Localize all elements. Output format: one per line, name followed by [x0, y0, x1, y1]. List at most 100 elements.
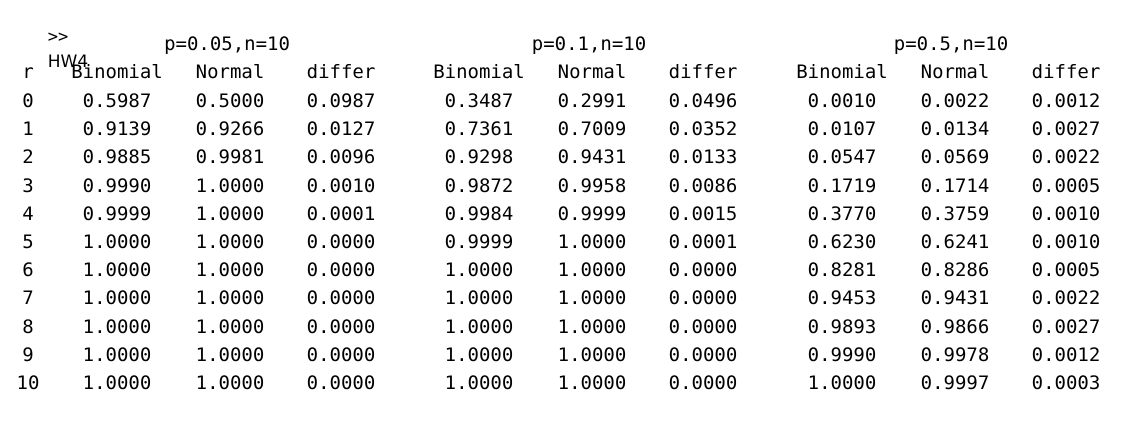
cell-normal-p005: 1.0000 [195, 259, 265, 281]
cell-differ-p01: 0.0001 [668, 231, 738, 253]
cell-normal-p05: 0.9431 [920, 287, 990, 309]
cell-differ-p005: 0.0000 [306, 344, 376, 366]
cell-differ-p01: 0.0496 [668, 90, 738, 112]
cell-normal-p01: 0.9999 [557, 203, 627, 225]
cell-binomial-p01: 0.7361 [444, 118, 514, 140]
cell-normal-p005: 1.0000 [195, 287, 265, 309]
cell-normal-p005: 1.0000 [195, 203, 265, 225]
cell-normal-p005: 1.0000 [195, 175, 265, 197]
cell-normal-p05: 0.8286 [920, 259, 990, 281]
cell-binomial-p01: 1.0000 [444, 344, 514, 366]
row-index-r: 2 [22, 146, 34, 168]
cell-normal-p05: 0.1714 [920, 175, 990, 197]
cell-differ-p005: 0.0001 [306, 203, 376, 225]
cell-differ-p01: 0.0133 [668, 146, 738, 168]
cell-differ-p01: 0.0000 [668, 316, 738, 338]
cell-differ-p005: 0.0096 [306, 146, 376, 168]
row-index-r: 9 [22, 344, 34, 366]
cell-normal-p01: 0.2991 [557, 90, 627, 112]
cell-binomial-p005: 0.9999 [82, 203, 152, 225]
cell-normal-p005: 1.0000 [195, 372, 265, 394]
command-prompt-line: >> HW4 [2, 0, 88, 72]
cell-normal-p005: 1.0000 [195, 231, 265, 253]
row-index-r: 5 [22, 231, 34, 253]
cell-differ-p005: 0.0127 [306, 118, 376, 140]
cell-binomial-p01: 0.9872 [444, 175, 514, 197]
cell-binomial-p005: 1.0000 [82, 231, 152, 253]
cell-normal-p05: 0.0569 [920, 146, 990, 168]
cell-differ-p05: 0.0012 [1031, 344, 1101, 366]
cell-normal-p05: 0.6241 [920, 231, 990, 253]
column-header-binomial-p05: Binomial [796, 61, 888, 83]
cell-differ-p01: 0.0000 [668, 372, 738, 394]
cell-binomial-p01: 1.0000 [444, 372, 514, 394]
cell-differ-p01: 0.0000 [668, 287, 738, 309]
cell-differ-p05: 0.0027 [1031, 118, 1101, 140]
cell-differ-p005: 0.0000 [306, 259, 376, 281]
cell-binomial-p005: 1.0000 [82, 259, 152, 281]
cell-differ-p01: 0.0352 [668, 118, 738, 140]
cell-binomial-p05: 0.0107 [807, 118, 877, 140]
cell-normal-p05: 0.3759 [920, 203, 990, 225]
cell-binomial-p01: 1.0000 [444, 287, 514, 309]
cell-normal-p01: 0.7009 [557, 118, 627, 140]
row-index-r: 1 [22, 118, 34, 140]
cell-differ-p005: 0.0000 [306, 316, 376, 338]
row-index-r: 6 [22, 259, 34, 281]
cell-normal-p01: 1.0000 [557, 316, 627, 338]
cell-normal-p01: 1.0000 [557, 259, 627, 281]
row-index-r: 10 [16, 372, 40, 394]
cell-normal-p005: 1.0000 [195, 344, 265, 366]
column-header-differ-p05: differ [1031, 61, 1101, 83]
cell-normal-p05: 0.9866 [920, 316, 990, 338]
cell-differ-p005: 0.0000 [306, 372, 376, 394]
cell-binomial-p05: 0.0547 [807, 146, 877, 168]
cell-binomial-p01: 0.9298 [444, 146, 514, 168]
cell-binomial-p01: 1.0000 [444, 316, 514, 338]
cell-binomial-p05: 0.6230 [807, 231, 877, 253]
cell-differ-p05: 0.0022 [1031, 146, 1101, 168]
cell-normal-p01: 1.0000 [557, 231, 627, 253]
cell-normal-p01: 1.0000 [557, 372, 627, 394]
group-title-p005: p=0.05,n=10 [164, 33, 290, 55]
cell-normal-p05: 0.9997 [920, 372, 990, 394]
row-index-r: 4 [22, 203, 34, 225]
cell-normal-p01: 0.9431 [557, 146, 627, 168]
cell-binomial-p01: 0.9984 [444, 203, 514, 225]
cell-differ-p05: 0.0012 [1031, 90, 1101, 112]
command-window-output[interactable]: >> HW4 p=0.05,n=10 p=0.1,n=10 p=0.5,n=10… [0, 0, 1142, 428]
cell-binomial-p05: 0.9990 [807, 344, 877, 366]
group-title-p05: p=0.5,n=10 [893, 33, 1009, 55]
row-index-r: 0 [22, 90, 34, 112]
cell-binomial-p005: 1.0000 [82, 316, 152, 338]
cell-differ-p05: 0.0022 [1031, 287, 1101, 309]
cell-binomial-p05: 0.8281 [807, 259, 877, 281]
cell-differ-p05: 0.0027 [1031, 316, 1101, 338]
row-index-r: 7 [22, 287, 34, 309]
column-header-binomial-p005: Binomial [71, 61, 163, 83]
cell-differ-p005: 0.0010 [306, 175, 376, 197]
cell-differ-p05: 0.0003 [1031, 372, 1101, 394]
cell-differ-p005: 0.0000 [306, 287, 376, 309]
cell-normal-p01: 1.0000 [557, 344, 627, 366]
cell-differ-p05: 0.0005 [1031, 175, 1101, 197]
cell-binomial-p005: 1.0000 [82, 372, 152, 394]
cell-normal-p005: 0.5000 [195, 90, 265, 112]
cell-differ-p05: 0.0010 [1031, 203, 1101, 225]
group-title-p01: p=0.1,n=10 [531, 33, 647, 55]
cell-binomial-p005: 0.9990 [82, 175, 152, 197]
column-header-normal-p005: Normal [195, 61, 265, 83]
column-header-differ-p005: differ [306, 61, 376, 83]
cell-normal-p05: 0.0134 [920, 118, 990, 140]
column-header-normal-p01: Normal [557, 61, 627, 83]
cell-normal-p01: 1.0000 [557, 287, 627, 309]
cell-binomial-p05: 1.0000 [807, 372, 877, 394]
cell-normal-p005: 0.9981 [195, 146, 265, 168]
r-column-header: r [22, 61, 34, 83]
cell-binomial-p05: 0.3770 [807, 203, 877, 225]
cell-differ-p01: 0.0000 [668, 259, 738, 281]
column-header-normal-p05: Normal [920, 61, 990, 83]
cell-normal-p05: 0.0022 [920, 90, 990, 112]
cell-binomial-p05: 0.9453 [807, 287, 877, 309]
cell-differ-p01: 0.0015 [668, 203, 738, 225]
